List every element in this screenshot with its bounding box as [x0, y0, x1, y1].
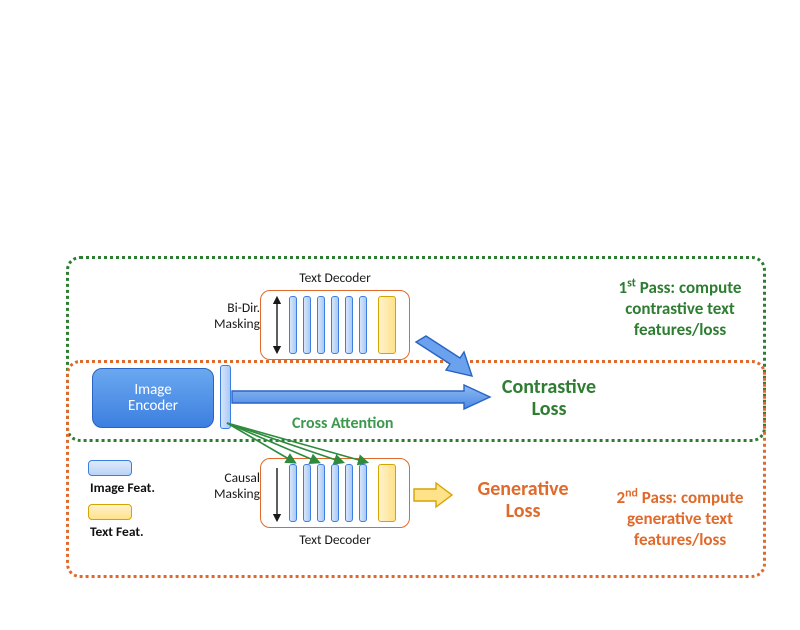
decoder-top-token [289, 296, 297, 354]
pass1-caption: 1st Pass: computecontrastive textfeature… [600, 276, 760, 340]
decoder-top-token [359, 296, 367, 354]
image-encoder-label: Image Encoder [128, 382, 178, 415]
decoder-top-token [317, 296, 325, 354]
decoder-top-token [303, 296, 311, 354]
decoder-bottom-token [359, 464, 367, 522]
image-encoder-block: Image Encoder [92, 368, 214, 428]
decoder-top-text-feat [378, 296, 396, 354]
legend-image-feat-label: Image Feat. [90, 479, 155, 496]
causal-masking-label: Causal Masking [202, 470, 260, 501]
decoder-top-token [331, 296, 339, 354]
causal-arrow-icon [270, 464, 284, 522]
decoder-bottom-token [289, 464, 297, 522]
pass2-caption: 2nd Pass: computegenerative textfeatures… [596, 486, 764, 550]
decoder-bottom-text-feat [378, 464, 396, 522]
cross-attention-label: Cross Attention [292, 414, 394, 433]
contrastive-loss-label: Contrastive Loss [484, 376, 614, 420]
decoder-bottom-token [331, 464, 339, 522]
bidir-masking-label: Bi-Dir. Masking [206, 300, 260, 331]
decoder-bottom-token [317, 464, 325, 522]
decoder-bottom-token [303, 464, 311, 522]
decoder-to-contrastive-arrow-icon [414, 336, 476, 384]
decoder-bottom-token [345, 464, 353, 522]
legend-text-feat-swatch [88, 504, 132, 520]
bidir-arrow-icon [270, 296, 284, 354]
decoder-top-token [345, 296, 353, 354]
encoder-to-contrastive-arrow-icon [232, 382, 492, 412]
generative-loss-label: Generative Loss [458, 478, 588, 522]
text-decoder-bottom-caption: Text Decoder [260, 532, 410, 548]
decoder-to-generative-arrow-icon [414, 482, 454, 508]
text-decoder-top-caption: Text Decoder [260, 270, 410, 286]
legend-image-feat-swatch [88, 460, 132, 476]
diagram-stage: Image Encoder Text Decoder Bi-Dir. Maski… [0, 0, 800, 630]
legend-text-feat-label: Text Feat. [90, 523, 144, 540]
